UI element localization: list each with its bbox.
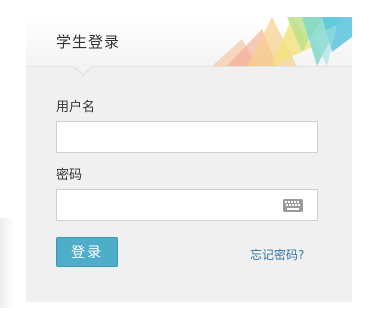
panel-title: 学生登录	[56, 33, 121, 51]
student-login-panel: 学生登录 用户名 密码 登录 忘记密码?	[26, 17, 352, 302]
forgot-password-link[interactable]: 忘记密码?	[250, 246, 304, 263]
username-label: 用户名	[56, 100, 96, 115]
login-panel-header: 学生登录	[26, 17, 352, 67]
geometric-triangles-decoration	[212, 17, 352, 66]
username-input[interactable]	[56, 121, 318, 153]
left-edge-shadow	[0, 218, 14, 308]
password-label: 密码	[56, 168, 83, 183]
keyboard-icon[interactable]	[283, 199, 303, 212]
login-button[interactable]: 登录	[56, 237, 118, 267]
header-pointer	[74, 66, 92, 74]
password-input[interactable]	[56, 189, 318, 221]
